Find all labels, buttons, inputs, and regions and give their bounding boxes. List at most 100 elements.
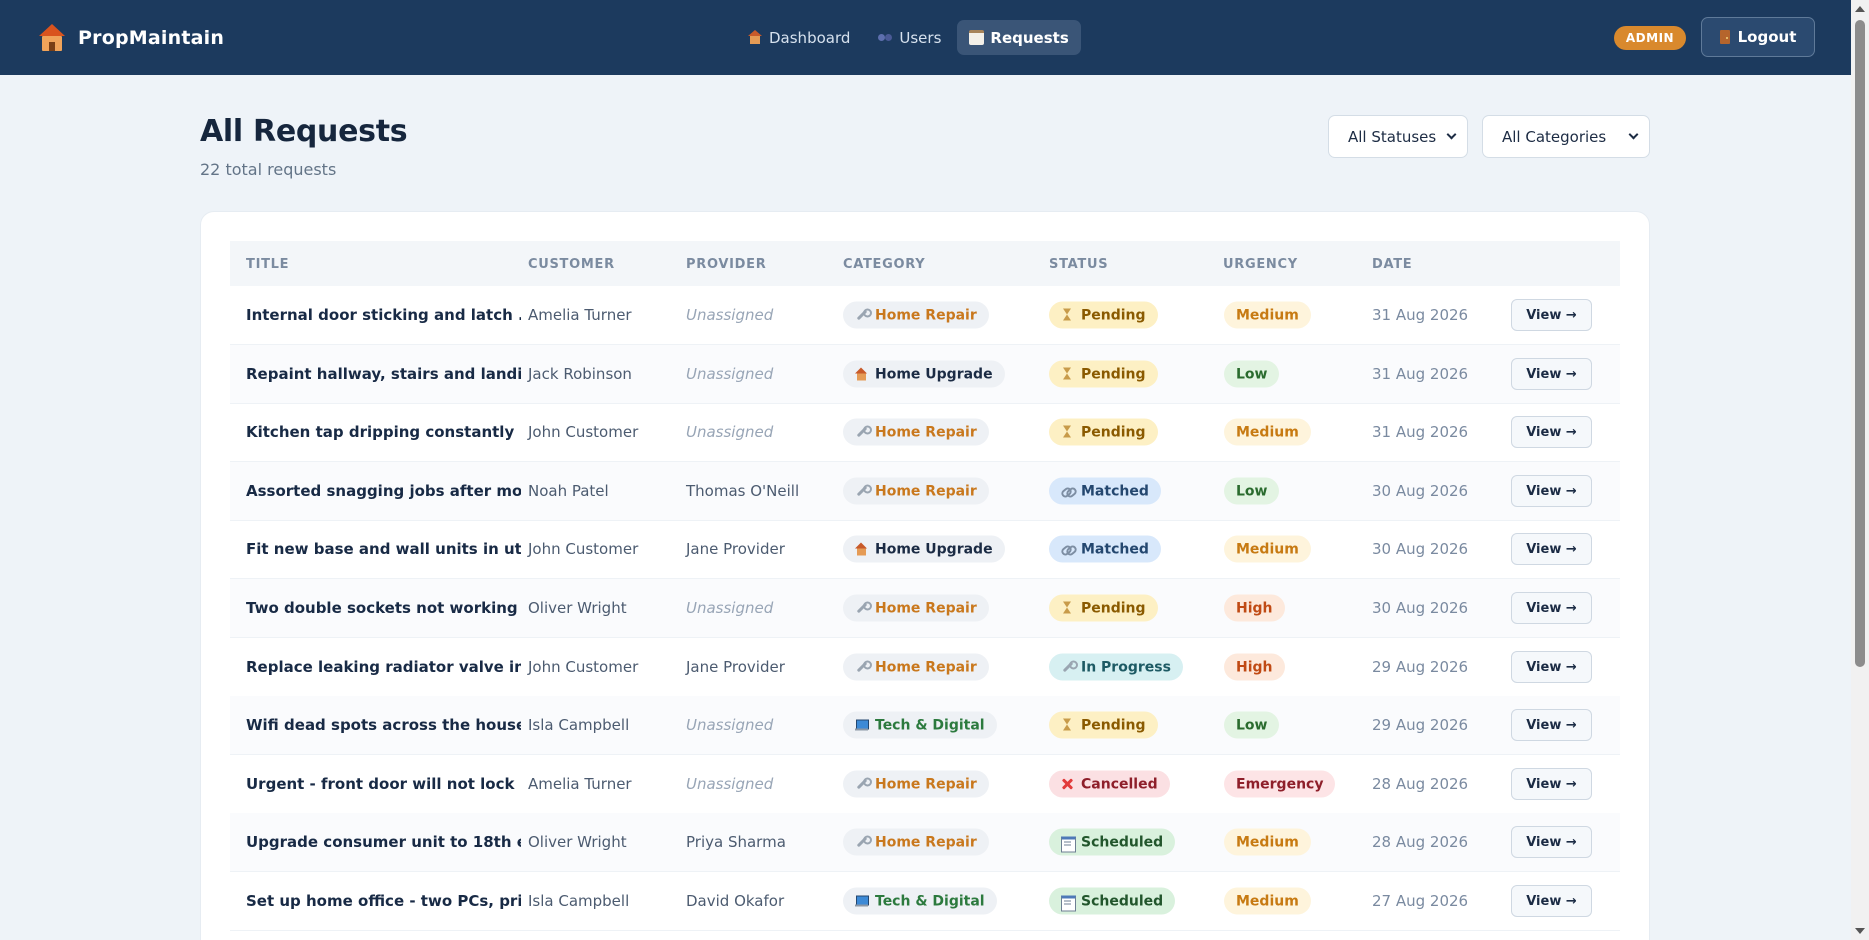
status-badge: Pending bbox=[1049, 418, 1158, 446]
request-title[interactable]: Fit new base and wall units in util... bbox=[246, 540, 521, 558]
customer-name: Oliver Wright bbox=[528, 833, 627, 851]
hourglass-icon bbox=[1061, 718, 1074, 732]
nav-item-users[interactable]: Users bbox=[866, 20, 953, 55]
column-header-provider[interactable]: PROVIDER bbox=[686, 257, 766, 272]
request-title[interactable]: Set up home office - two PCs, pri... bbox=[246, 892, 521, 910]
column-header-date[interactable]: DATE bbox=[1372, 257, 1412, 272]
view-cell: View → bbox=[1511, 475, 1592, 507]
status-badge: Scheduled bbox=[1049, 828, 1176, 856]
wrench-icon bbox=[855, 484, 872, 498]
category-badge: Tech & Digital bbox=[843, 711, 997, 739]
hourglass-icon bbox=[1061, 367, 1074, 381]
view-button[interactable]: View → bbox=[1511, 416, 1592, 448]
provider-name: Unassigned bbox=[686, 365, 774, 383]
request-title[interactable]: Assorted snagging jobs after mo... bbox=[246, 482, 521, 500]
status-badge: Pending bbox=[1049, 594, 1158, 622]
category-badge: Home Repair bbox=[843, 653, 989, 681]
column-header-title[interactable]: TITLE bbox=[246, 257, 289, 272]
scroll-up-arrow-icon[interactable] bbox=[1855, 6, 1865, 12]
users-icon bbox=[878, 30, 893, 45]
request-title[interactable]: Repaint hallway, stairs and landi... bbox=[246, 365, 521, 383]
request-title[interactable]: Wifi dead spots across the house bbox=[246, 716, 521, 734]
view-button[interactable]: View → bbox=[1511, 533, 1592, 565]
request-date: 29 Aug 2026 bbox=[1372, 716, 1469, 734]
view-button[interactable]: View → bbox=[1511, 592, 1592, 624]
status-badge: Pending bbox=[1049, 360, 1158, 388]
chevron-down-icon bbox=[1446, 129, 1457, 140]
view-button[interactable]: View → bbox=[1511, 709, 1592, 741]
category-label: Home Repair bbox=[875, 483, 977, 499]
request-title[interactable]: Internal door sticking and latch ... bbox=[246, 306, 521, 324]
provider-name: Priya Sharma bbox=[686, 833, 786, 851]
table-row[interactable]: Internal door sticking and latch ... Amel… bbox=[230, 286, 1620, 345]
status-badge: Pending bbox=[1049, 301, 1158, 329]
provider-name: Unassigned bbox=[686, 775, 774, 793]
column-header-urgency[interactable]: URGENCY bbox=[1223, 257, 1298, 272]
table-row[interactable]: Fit new base and wall units in util... Jo… bbox=[230, 520, 1620, 579]
category-filter-select[interactable]: All Categories bbox=[1482, 115, 1650, 158]
table-row[interactable]: Set up home office - two PCs, pri... Isla… bbox=[230, 872, 1620, 931]
request-title[interactable]: Urgent - front door will not lock ... bbox=[246, 775, 521, 793]
table-row[interactable]: Urgent - front door will not lock ... Ame… bbox=[230, 755, 1620, 814]
view-button[interactable]: View → bbox=[1511, 651, 1592, 683]
request-count: 22 total requests bbox=[200, 160, 337, 179]
customer-name: Noah Patel bbox=[528, 482, 609, 500]
urgency-badge: Low bbox=[1224, 360, 1280, 388]
view-button[interactable]: View → bbox=[1511, 358, 1592, 390]
category-badge: Home Repair bbox=[843, 770, 989, 798]
request-title[interactable]: Replace leaking radiator valve in... bbox=[246, 658, 521, 676]
house-icon bbox=[855, 542, 868, 556]
view-button[interactable]: View → bbox=[1511, 885, 1592, 917]
category-badge: Home Upgrade bbox=[843, 360, 1005, 388]
category-badge: Home Repair bbox=[843, 301, 989, 329]
calendar-icon bbox=[1061, 895, 1076, 912]
wrench-icon bbox=[855, 835, 872, 849]
logout-button[interactable]: Logout bbox=[1701, 17, 1815, 57]
table-row[interactable]: Kitchen tap dripping constantly John Cust… bbox=[230, 403, 1620, 462]
view-button[interactable]: View → bbox=[1511, 826, 1592, 858]
table-row[interactable]: Upgrade consumer unit to 18th e... Oliver… bbox=[230, 813, 1620, 872]
clipboard-icon bbox=[969, 30, 985, 45]
table-row[interactable]: Two double sockets not working i... Olive… bbox=[230, 579, 1620, 638]
table-row[interactable]: Replace leaking radiator valve in... John… bbox=[230, 638, 1620, 697]
status-label: Matched bbox=[1081, 483, 1149, 499]
view-button[interactable]: View → bbox=[1511, 475, 1592, 507]
request-date: 27 Aug 2026 bbox=[1372, 892, 1469, 910]
category-label: Home Upgrade bbox=[875, 366, 993, 382]
laptop-icon bbox=[855, 719, 869, 732]
nav-item-dashboard[interactable]: Dashboard bbox=[736, 20, 862, 55]
status-filter-select[interactable]: All Statuses bbox=[1328, 115, 1468, 158]
category-label: Home Repair bbox=[875, 776, 977, 792]
category-badge: Home Repair bbox=[843, 418, 989, 446]
status-label: Scheduled bbox=[1081, 893, 1164, 909]
scroll-down-arrow-icon[interactable] bbox=[1855, 928, 1865, 934]
category-label: Home Upgrade bbox=[875, 541, 993, 557]
nav-item-requests[interactable]: Requests bbox=[957, 20, 1081, 55]
status-label: Pending bbox=[1081, 307, 1146, 323]
chevron-down-icon bbox=[1628, 129, 1639, 140]
column-header-category[interactable]: CATEGORY bbox=[843, 257, 925, 272]
request-title[interactable]: Upgrade consumer unit to 18th e... bbox=[246, 833, 521, 851]
column-header-customer[interactable]: CUSTOMER bbox=[528, 257, 615, 272]
vertical-scrollbar[interactable] bbox=[1851, 0, 1869, 940]
logout-label: Logout bbox=[1737, 28, 1797, 46]
hourglass-icon bbox=[1061, 308, 1074, 322]
brand[interactable]: PropMaintain bbox=[38, 24, 224, 52]
category-badge: Tech & Digital bbox=[843, 887, 997, 915]
provider-name: Unassigned bbox=[686, 716, 774, 734]
request-date: 28 Aug 2026 bbox=[1372, 775, 1469, 793]
wrench-icon bbox=[855, 308, 872, 322]
table-row[interactable]: Repaint hallway, stairs and landi... Jack… bbox=[230, 345, 1620, 404]
provider-name: David Okafor bbox=[686, 892, 785, 910]
scroll-thumb[interactable] bbox=[1855, 20, 1865, 667]
column-header-status[interactable]: STATUS bbox=[1049, 257, 1108, 272]
table-row[interactable]: Assorted snagging jobs after mo... Noah P… bbox=[230, 462, 1620, 521]
house-icon bbox=[38, 24, 66, 52]
table-row[interactable]: Wifi dead spots across the house Isla Cam… bbox=[230, 696, 1620, 755]
request-title[interactable]: Two double sockets not working i... bbox=[246, 599, 521, 617]
request-title[interactable]: Kitchen tap dripping constantly bbox=[246, 423, 521, 441]
view-button[interactable]: View → bbox=[1511, 299, 1592, 331]
request-date: 31 Aug 2026 bbox=[1372, 423, 1469, 441]
view-button[interactable]: View → bbox=[1511, 768, 1592, 800]
view-cell: View → bbox=[1511, 416, 1592, 448]
